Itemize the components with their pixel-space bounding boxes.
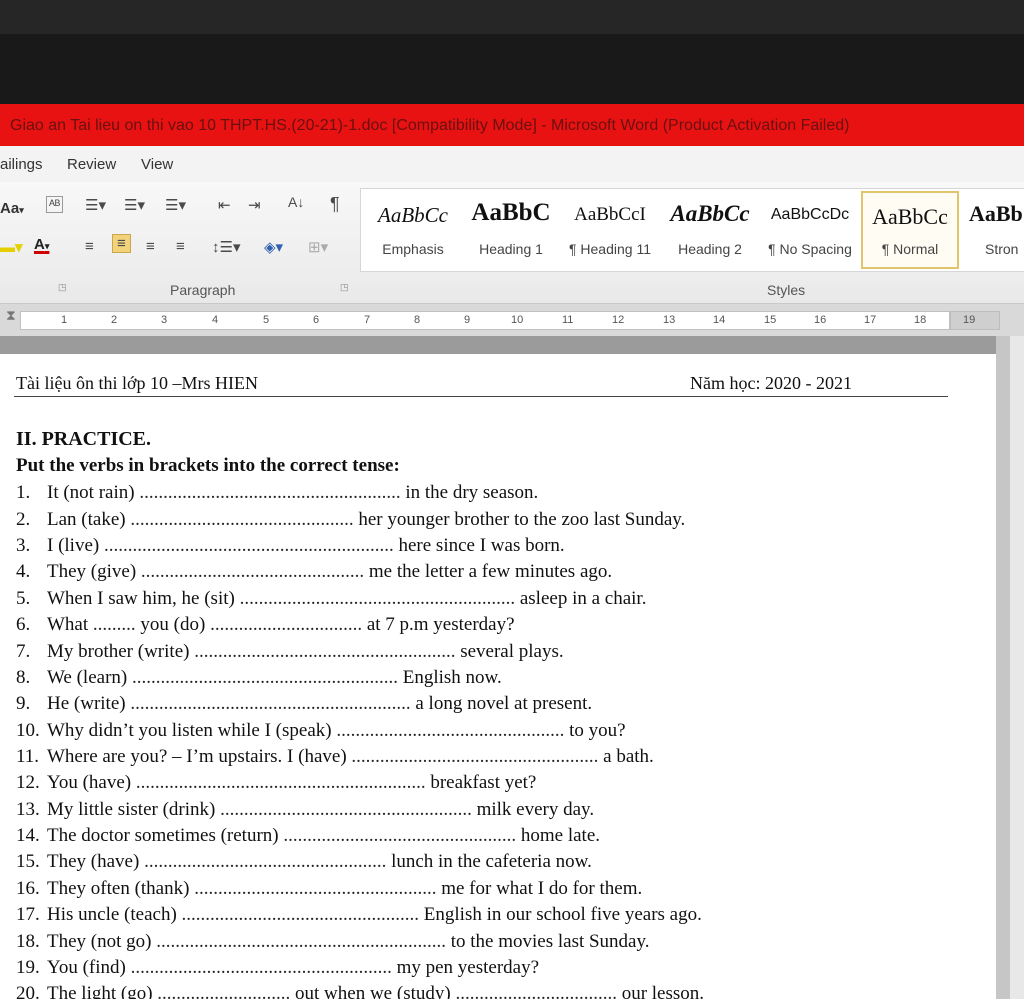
ruler-tick: 14 <box>713 314 726 326</box>
shading-icon[interactable]: ◈▾ <box>264 238 283 256</box>
align-right-icon[interactable]: ≡ <box>146 238 155 255</box>
borders-icon[interactable]: ⊞▾ <box>308 238 328 256</box>
style-strong[interactable]: AaBb Stron <box>963 189 1024 271</box>
header-divider <box>14 396 948 397</box>
ruler-tick: 1 <box>61 314 68 326</box>
increase-indent-icon[interactable]: ⇥ <box>248 196 261 214</box>
horizontal-ruler[interactable]: ⧗ 1 2 3 4 5 6 7 8 9 10 11 12 13 14 15 16… <box>0 304 1024 336</box>
ruler-tick: 16 <box>814 314 827 326</box>
exercise-item: 4. They (give) ..........................… <box>16 561 613 582</box>
justify-icon[interactable]: ≡ <box>176 238 185 255</box>
align-center-icon[interactable]: ≡ <box>112 234 131 253</box>
bullets-icon[interactable]: ☰▾ <box>85 196 106 214</box>
exercise-item: 2. Lan (take) ...........................… <box>16 509 686 530</box>
ruler-tick: 5 <box>263 314 270 326</box>
exercise-item: 3. I (live) .............................… <box>16 535 565 556</box>
exercise-item: 12. You (have) ..........................… <box>16 772 537 793</box>
exercise-item: 14. The doctor sometimes (return) .......… <box>16 825 601 846</box>
ruler-tick: 4 <box>212 314 219 326</box>
exercise-item: 16. They often (thank) ..................… <box>16 878 643 899</box>
clear-format-icon[interactable]: ᴬᴮ <box>46 196 64 213</box>
ribbon-tab-bar: ailings Review View <box>0 146 1024 182</box>
exercise-item: 10. Why didn’t you listen while I (speak)… <box>16 720 626 741</box>
ruler-strip: 1 2 3 4 5 6 7 8 9 10 11 12 13 14 15 16 1… <box>20 311 950 330</box>
document-page[interactable]: Tài liệu ôn thi lớp 10 –Mrs HIEN Năm học… <box>0 354 996 999</box>
ruler-tick: 15 <box>764 314 777 326</box>
instruction-text: Put the verbs in brackets into the corre… <box>16 455 400 476</box>
style-no-spacing[interactable]: AaBbCcDc ¶ No Spacing <box>761 189 859 271</box>
font-dialog-launcher-icon[interactable]: ◳ <box>58 282 67 293</box>
monitor-bezel <box>0 0 1024 104</box>
ribbon: Aa▾ ᴬᴮ ▬▾ A▾ ☰▾ ☰▾ ☰▾ ⇤ ⇥ A↓ ¶ ≡ ≡ ≡ ≡ ↕… <box>0 182 1024 304</box>
align-left-icon[interactable]: ≡ <box>85 238 94 255</box>
exercise-item: 20. The light (go) ......................… <box>16 983 705 999</box>
style-heading-11[interactable]: AaBbCcI ¶ Heading 11 <box>561 189 659 271</box>
ruler-tick: 2 <box>111 314 118 326</box>
style-heading-1[interactable]: AaBbC Heading 1 <box>463 189 559 271</box>
ruler-tick: 19 <box>963 314 976 326</box>
exercise-item: 5. When I saw him, he (sit) .............… <box>16 588 647 609</box>
ruler-tick: 18 <box>914 314 927 326</box>
window-edge <box>1010 336 1024 999</box>
vertical-scrollbar[interactable] <box>996 336 1010 999</box>
indent-marker-icon[interactable]: ⧗ <box>6 307 20 331</box>
multilevel-list-icon[interactable]: ☰▾ <box>165 196 186 214</box>
ruler-tick: 8 <box>414 314 421 326</box>
paragraph-dialog-launcher-icon[interactable]: ◳ <box>340 282 349 293</box>
tab-mailings[interactable]: ailings <box>0 156 43 173</box>
tab-view[interactable]: View <box>141 156 173 173</box>
page-header-left: Tài liệu ôn thi lớp 10 –Mrs HIEN <box>16 373 258 393</box>
styles-group-label: Styles <box>767 282 806 298</box>
ruler-tick: 3 <box>161 314 168 326</box>
page-header-right: Năm học: 2020 - 2021 <box>690 373 852 393</box>
ruler-tick: 17 <box>864 314 877 326</box>
ruler-tick: 11 <box>562 314 574 326</box>
line-spacing-icon[interactable]: ↕☰▾ <box>212 238 240 256</box>
window-title: Giao an Tai lieu on thi vao 10 THPT.HS.(… <box>0 104 1024 146</box>
exercise-item: 18. They (not go) .......................… <box>16 931 650 952</box>
exercise-item: 15. They (have) .........................… <box>16 851 592 872</box>
font-color-icon[interactable]: A▾ <box>34 236 49 253</box>
tab-review[interactable]: Review <box>67 156 116 173</box>
styles-gallery: AaBbCc Emphasis AaBbC Heading 1 AaBbCcI … <box>360 188 1024 272</box>
ruler-tick: 10 <box>511 314 524 326</box>
exercise-item: 13. My little sister (drink) ............… <box>16 799 595 820</box>
ruler-margin: 19 <box>950 311 1000 330</box>
ruler-tick: 7 <box>364 314 371 326</box>
numbering-icon[interactable]: ☰▾ <box>124 196 145 214</box>
section-title: II. PRACTICE. <box>16 428 152 450</box>
show-formatting-icon[interactable]: ¶ <box>330 194 340 215</box>
paragraph-group-label: Paragraph <box>170 282 236 298</box>
exercise-item: 11. Where are you? – I’m upstairs. I (hav… <box>16 746 654 767</box>
style-heading-2[interactable]: AaBbCc Heading 2 <box>661 189 759 271</box>
ruler-tick: 6 <box>313 314 320 326</box>
decrease-indent-icon[interactable]: ⇤ <box>218 196 231 214</box>
exercise-item: 9. He (write) ...........................… <box>16 693 593 714</box>
exercise-item: 8. We (learn) ...........................… <box>16 667 502 688</box>
exercise-item: 1. It (not rain) ........................… <box>16 482 539 503</box>
ruler-tick: 12 <box>612 314 625 326</box>
highlight-icon[interactable]: ▬▾ <box>0 238 23 256</box>
style-normal[interactable]: AaBbCc ¶ Normal <box>861 191 959 269</box>
exercise-item: 6. What ......... you (do) ..............… <box>16 614 515 635</box>
exercise-item: 19. You (find) ..........................… <box>16 957 540 978</box>
change-case-button[interactable]: Aa▾ <box>0 200 24 217</box>
sort-icon[interactable]: A↓ <box>288 194 304 210</box>
style-emphasis[interactable]: AaBbCc Emphasis <box>365 189 461 271</box>
ruler-tick: 13 <box>663 314 676 326</box>
exercise-item: 7. My brother (write) ...................… <box>16 641 564 662</box>
ruler-tick: 9 <box>464 314 471 326</box>
exercise-item: 17. His uncle (teach) ...................… <box>16 904 702 925</box>
